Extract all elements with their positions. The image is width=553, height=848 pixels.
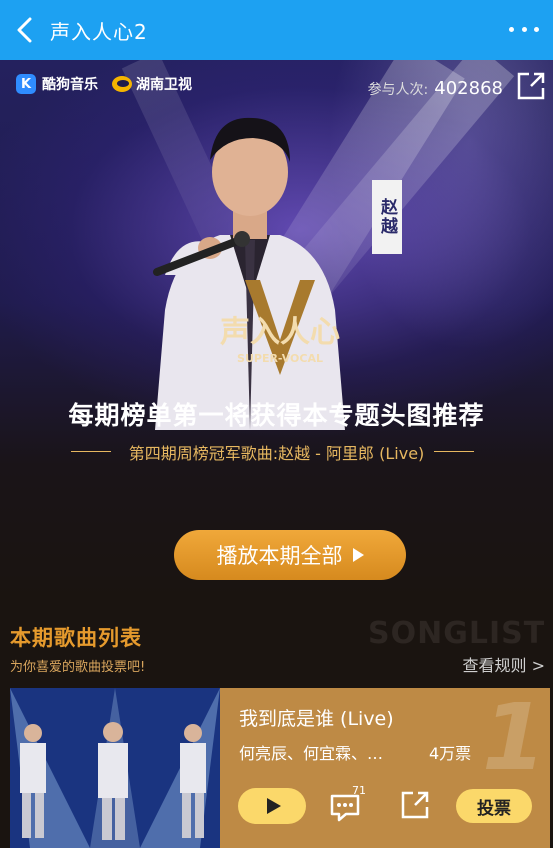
play-all-label: 播放本期全部 (216, 544, 343, 568)
more-button[interactable] (509, 18, 539, 40)
kugou-logo-text: 酷狗音乐 (42, 77, 98, 93)
back-button[interactable] (0, 0, 50, 60)
singer-name-tag: 赵越 (372, 180, 402, 254)
song-artists: 何亮辰、何宜霖、… (239, 744, 384, 763)
participant-counter: 参与人次: 402868 (368, 78, 503, 99)
hunan-tv-icon (112, 76, 132, 92)
song-play-button[interactable] (238, 788, 306, 824)
section-subtitle: 为你喜爱的歌曲投票吧! (10, 660, 146, 675)
song-rank: 1 (481, 688, 546, 791)
hunan-tv-logo: 湖南卫视 (112, 74, 192, 94)
song-votes: 4万票 (429, 744, 472, 763)
share-icon[interactable] (398, 788, 432, 822)
top-nav-bar: 声入人心2 (0, 0, 553, 60)
song-card[interactable]: 1 我到底是谁 (Live) 何亮辰、何宜霖、… 4万票 71 投票 (10, 688, 550, 848)
arrow-right-icon (434, 448, 482, 456)
play-icon (352, 548, 364, 562)
vote-button[interactable]: 投票 (456, 789, 532, 823)
hero-headline: 每期榜单第一将获得本专题头图推荐 (68, 401, 485, 430)
participants-label: 参与人次: (367, 82, 429, 98)
back-icon (17, 17, 32, 43)
hero-banner: K 酷狗音乐 湖南卫视 参与人次: 402868 赵越 声入人心 SUPER-V… (0, 60, 553, 600)
show-logo-cn: 声入人心 (220, 315, 340, 350)
section-title: 本期歌曲列表 (10, 626, 142, 650)
more-icon (509, 26, 514, 32)
view-rules-link[interactable]: 查看规则 > (463, 652, 546, 676)
show-logo: 声入人心 SUPER-VOCAL (220, 280, 340, 375)
song-thumbnail (10, 688, 220, 848)
hunan-tv-logo-text: 湖南卫视 (136, 77, 192, 93)
comment-count: 71 (352, 784, 366, 797)
songlist-watermark: SONGLIST (368, 616, 546, 651)
kugou-icon: K (16, 74, 36, 94)
champion-song-text: 第四期周榜冠军歌曲:赵越 - 阿里郎 (Live) (128, 444, 425, 463)
kugou-logo: K 酷狗音乐 (16, 74, 98, 94)
share-icon[interactable] (515, 70, 547, 102)
show-logo-en: SUPER-VOCAL (237, 352, 323, 365)
participants-count: 402868 (434, 78, 503, 99)
arrow-left-icon (70, 448, 119, 456)
hero-subline: 第四期周榜冠军歌曲:赵越 - 阿里郎 (Live) (0, 440, 553, 464)
play-icon (266, 798, 281, 814)
play-all-button[interactable]: 播放本期全部 (174, 530, 406, 580)
song-title: 我到底是谁 (Live) (239, 708, 394, 730)
page-title: 声入人心2 (50, 19, 148, 44)
